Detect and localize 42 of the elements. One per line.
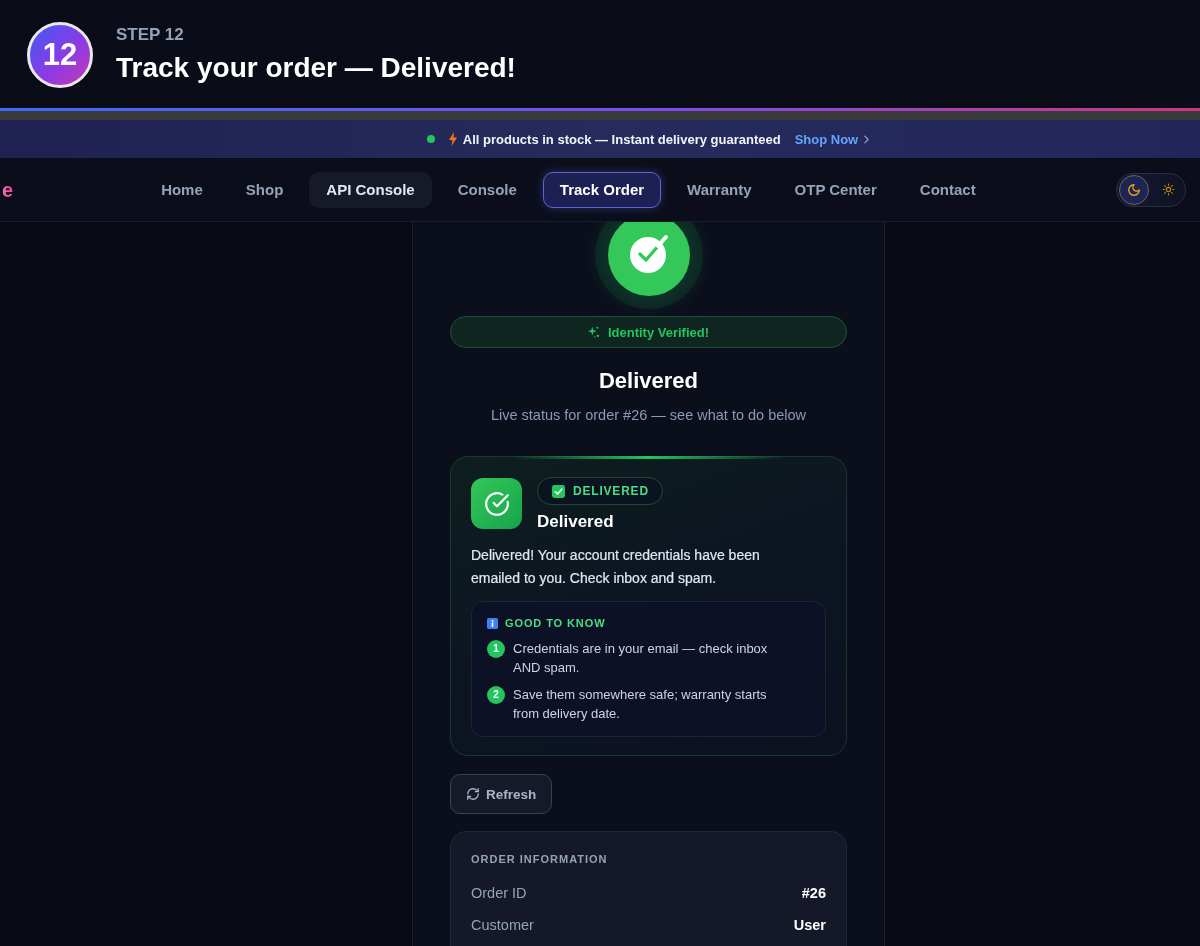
tip-text: Credentials are in your email — check inbox AND spam. xyxy=(513,640,769,677)
info-icon xyxy=(487,617,498,629)
nav-item[interactable]: Warranty xyxy=(670,171,769,208)
nav-item[interactable]: Contact xyxy=(902,171,993,208)
shop-now-link[interactable]: Shop Now xyxy=(794,131,859,147)
nav-item[interactable]: Home xyxy=(144,171,220,208)
field-value: #26 xyxy=(801,884,826,903)
lightning-icon xyxy=(448,132,457,146)
refresh-button[interactable]: Refresh xyxy=(450,774,553,814)
sparkles-icon xyxy=(587,326,600,338)
chevron-right-icon xyxy=(864,134,870,144)
field-label: Order ID xyxy=(471,884,527,903)
identity-verified-text: Identity Verified! xyxy=(607,324,710,340)
nav-item[interactable]: Console xyxy=(440,171,534,208)
status-dot-icon xyxy=(426,135,435,143)
order-information-heading: ORDER INFORMATION xyxy=(471,852,609,866)
check-circle-icon xyxy=(628,234,669,274)
tips-heading: GOOD TO KNOW xyxy=(505,616,606,630)
field-value: User xyxy=(793,916,826,935)
nav-item[interactable]: API Console xyxy=(309,171,432,208)
page-title: Track your order — Delivered! xyxy=(116,51,516,85)
nav-item[interactable]: OTP Center xyxy=(777,171,894,208)
step-number: 1 xyxy=(487,639,505,658)
announcement-text: All products in stock — Instant delivery guaranteed xyxy=(462,131,781,147)
tip-text: Save them somewhere safe; warranty starts from delivery date. xyxy=(513,686,768,723)
theme-toggle[interactable] xyxy=(1116,172,1186,207)
nav-item[interactable]: Shop xyxy=(228,171,301,208)
moon-icon xyxy=(1127,182,1141,197)
status-heading: Delivered xyxy=(597,367,700,395)
sun-icon xyxy=(1161,183,1175,196)
status-title: Delivered xyxy=(537,512,614,532)
step-label: STEP 12 xyxy=(116,25,185,45)
dark-mode-button[interactable] xyxy=(1119,174,1149,205)
nav-item[interactable]: Track Order xyxy=(542,171,662,208)
status-subtitle: Live status for order #26 — see what to do below xyxy=(489,406,808,425)
check-box-icon xyxy=(552,484,565,498)
step-number-badge: 12 xyxy=(27,22,93,88)
field-label: Customer xyxy=(471,916,534,935)
status-badge-text: DELIVERED xyxy=(573,484,649,498)
step-number: 2 xyxy=(487,685,505,704)
refresh-icon xyxy=(466,787,480,801)
status-message: Delivered! Your account credentials have been emailed to you. Check inbox and spam. xyxy=(471,546,761,588)
